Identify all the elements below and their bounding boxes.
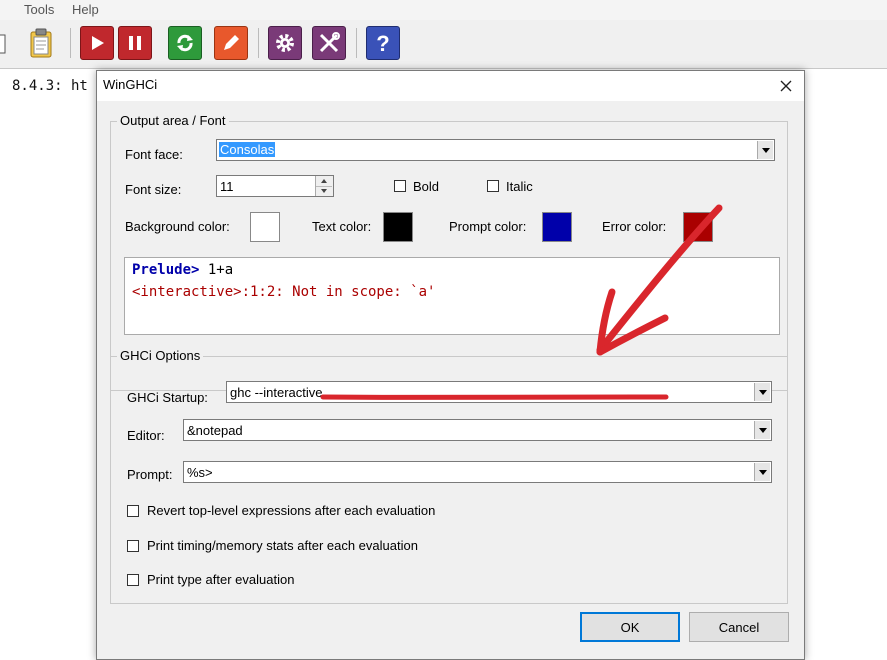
timing-checkbox[interactable] bbox=[127, 540, 139, 552]
prompt-dropdown-button[interactable] bbox=[754, 463, 770, 481]
font-size-spin bbox=[315, 176, 333, 196]
toolbar: ? bbox=[0, 20, 887, 69]
menu-help[interactable]: Help bbox=[72, 2, 99, 17]
cancel-button[interactable]: Cancel bbox=[689, 612, 789, 642]
bold-label: Bold bbox=[413, 179, 440, 194]
prompt-label: Prompt: bbox=[127, 467, 173, 482]
help-icon: ? bbox=[376, 31, 389, 55]
print-type-checkbox[interactable] bbox=[127, 574, 139, 586]
close-icon bbox=[780, 80, 791, 92]
prompt-value: %s> bbox=[187, 465, 213, 480]
reload-icon bbox=[177, 34, 193, 52]
paste-button[interactable] bbox=[24, 26, 58, 60]
preview-error: <interactive>:1:2: Not in scope: `a' bbox=[132, 284, 436, 300]
prompt-color-label: Prompt color: bbox=[449, 219, 527, 234]
font-face-label: Font face: bbox=[125, 147, 183, 162]
tools-button[interactable] bbox=[312, 26, 346, 60]
timing-label: Print timing/memory stats after each eva… bbox=[147, 538, 418, 553]
help-button[interactable]: ? bbox=[366, 26, 400, 60]
ghci-options-group: GHCi Options GHCi Startup: ghc --interac… bbox=[110, 348, 788, 604]
dialog-title: WinGHCi bbox=[103, 77, 158, 92]
toolbar-partial-button[interactable] bbox=[0, 26, 14, 60]
font-face-value: Consolas bbox=[219, 142, 276, 157]
ghci-startup-label: GHCi Startup: bbox=[127, 390, 208, 405]
settings-icon bbox=[276, 34, 294, 52]
ghci-options-legend: GHCi Options bbox=[117, 348, 204, 363]
italic-label: Italic bbox=[506, 179, 533, 194]
error-color-label: Error color: bbox=[602, 219, 667, 234]
font-size-label: Font size: bbox=[125, 182, 182, 197]
reload-button[interactable] bbox=[168, 26, 202, 60]
editor-dropdown-button[interactable] bbox=[754, 421, 770, 439]
preview-input: 1+a bbox=[199, 262, 234, 278]
ghci-startup-dropdown-button[interactable] bbox=[754, 383, 770, 401]
menu-tools[interactable]: Tools bbox=[24, 2, 54, 17]
editor-label: Editor: bbox=[127, 428, 165, 443]
font-face-dropdown-button[interactable] bbox=[757, 141, 773, 159]
toolbar-separator bbox=[70, 28, 71, 58]
chevron-down-icon bbox=[321, 189, 327, 193]
preview-prompt: Prelude> bbox=[132, 262, 200, 278]
close-button[interactable] bbox=[767, 71, 804, 101]
text-color-label: Text color: bbox=[312, 219, 372, 234]
menu-bar: Tools Help bbox=[0, 0, 887, 20]
clipboard-icon bbox=[30, 28, 52, 58]
pause-button[interactable] bbox=[118, 26, 152, 60]
svg-text:?: ? bbox=[376, 31, 389, 55]
font-group-legend: Output area / Font bbox=[117, 113, 229, 128]
settings-button[interactable] bbox=[268, 26, 302, 60]
console-text: 8.4.3: ht bbox=[12, 78, 88, 94]
editor-value: &notepad bbox=[187, 423, 243, 438]
error-color-swatch[interactable] bbox=[683, 212, 713, 242]
run-icon bbox=[92, 36, 104, 50]
toolbar-separator bbox=[258, 28, 259, 58]
chevron-down-icon bbox=[758, 427, 767, 433]
ghci-startup-combo[interactable]: ghc --interactive bbox=[226, 381, 772, 403]
toolbar-separator bbox=[356, 28, 357, 58]
font-group: Output area / Font Font face: Consolas F… bbox=[110, 113, 788, 391]
font-face-combo[interactable]: Consolas bbox=[216, 139, 775, 161]
print-type-label: Print type after evaluation bbox=[147, 572, 295, 587]
font-size-down-button[interactable] bbox=[316, 186, 332, 196]
prompt-combo[interactable]: %s> bbox=[183, 461, 772, 483]
chevron-down-icon bbox=[758, 389, 767, 395]
preview-input-line: Prelude> 1+a bbox=[132, 262, 233, 278]
tools-icon bbox=[319, 32, 340, 53]
dialog-titlebar: WinGHCi bbox=[97, 71, 804, 101]
edit-button[interactable] bbox=[214, 26, 248, 60]
background-color-label: Background color: bbox=[125, 219, 230, 234]
ghci-startup-value: ghc --interactive bbox=[230, 385, 323, 400]
edit-icon bbox=[224, 35, 239, 50]
chevron-up-icon bbox=[321, 179, 327, 183]
background-color-swatch[interactable] bbox=[250, 212, 280, 242]
bold-checkbox[interactable] bbox=[394, 180, 406, 192]
chevron-down-icon bbox=[758, 469, 767, 475]
text-color-swatch[interactable] bbox=[383, 212, 413, 242]
chevron-down-icon bbox=[761, 147, 770, 153]
italic-checkbox[interactable] bbox=[487, 180, 499, 192]
editor-combo[interactable]: &notepad bbox=[183, 419, 772, 441]
revert-label: Revert top-level expressions after each … bbox=[147, 503, 436, 518]
font-size-stepper[interactable]: 11 bbox=[216, 175, 334, 197]
font-size-value: 11 bbox=[220, 179, 234, 194]
run-button[interactable] bbox=[80, 26, 114, 60]
prompt-color-swatch[interactable] bbox=[542, 212, 572, 242]
ok-button[interactable]: OK bbox=[580, 612, 680, 642]
revert-checkbox[interactable] bbox=[127, 505, 139, 517]
options-dialog: WinGHCi Output area / Font Font face: Co… bbox=[96, 70, 805, 660]
preview-area: Prelude> 1+a <interactive>:1:2: Not in s… bbox=[124, 257, 780, 335]
pause-icon bbox=[129, 36, 141, 50]
